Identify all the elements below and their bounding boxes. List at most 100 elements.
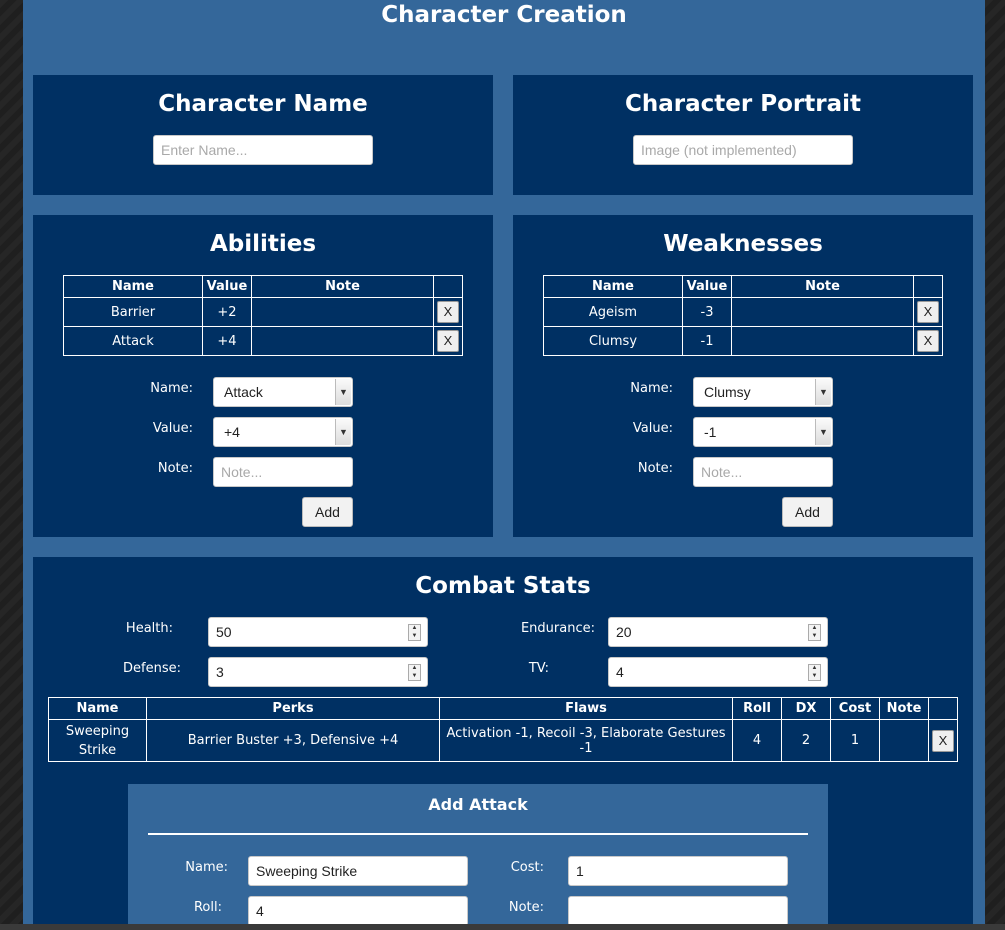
health-value: 50	[216, 624, 232, 640]
ability-name-select[interactable]: Attack ▼	[213, 377, 353, 407]
abilities-table-header: Name Value Note	[63, 275, 463, 298]
remove-ability-button[interactable]: X	[437, 330, 459, 352]
attack-cost-value: 1	[576, 863, 584, 879]
attack-roll-value: 4	[256, 903, 264, 919]
defense-value: 3	[216, 664, 224, 680]
remove-attack-button[interactable]: X	[932, 729, 954, 752]
attack-cost: 1	[830, 719, 880, 762]
weakness-name-selected: Clumsy	[704, 384, 751, 400]
table-row: Ageism -3 X	[543, 297, 943, 327]
combat-stats-panel: Combat Stats Health: 50 ▲ ▼ Endurance: 20…	[33, 557, 973, 924]
column-header-flaws: Flaws	[439, 697, 733, 720]
attack-roll-input[interactable]: 4	[248, 896, 468, 924]
attack-flaws: Activation -1, Recoil -3, Elaborate Gest…	[439, 719, 733, 762]
add-ability-button[interactable]: Add	[302, 497, 353, 527]
spinner-icon[interactable]: ▲ ▼	[808, 624, 821, 641]
column-header-note: Note	[251, 275, 434, 298]
column-header-perks: Perks	[146, 697, 440, 720]
attack-roll-label: Roll:	[193, 900, 222, 915]
column-header-name: Name	[543, 275, 683, 298]
weakness-value-selected: -1	[704, 424, 717, 440]
divider	[148, 833, 808, 835]
ability-name-label: Name:	[150, 381, 193, 396]
attacks-table: Name Perks Flaws Roll DX Cost Note Sweep…	[48, 697, 958, 762]
ability-value: +4	[202, 326, 252, 356]
character-portrait-title: Character Portrait	[625, 91, 861, 117]
table-row: Attack +4 X	[63, 326, 463, 356]
chevron-down-icon: ▼	[335, 419, 351, 445]
column-header-actions	[433, 275, 463, 298]
weaknesses-table: Name Value Note Ageism -3 X Clumsy -1 X	[543, 275, 943, 356]
remove-weakness-button[interactable]: X	[917, 330, 939, 352]
attack-cost-label: Cost:	[510, 860, 544, 875]
column-header-actions	[928, 697, 958, 720]
column-header-name: Name	[48, 697, 147, 720]
attack-perks: Barrier Buster +3, Defensive +4	[146, 719, 440, 762]
page-title: Character Creation	[381, 2, 627, 28]
weakness-note	[731, 326, 914, 356]
attack-dx: 2	[781, 719, 831, 762]
defense-label: Defense:	[123, 661, 181, 676]
attack-note	[879, 719, 929, 762]
table-row: Clumsy -1 X	[543, 326, 943, 356]
remove-weakness-button[interactable]: X	[917, 301, 939, 323]
add-attack-panel: Add Attack Name: Sweeping Strike Cost: 1…	[128, 784, 828, 924]
table-row: Barrier +2 X	[63, 297, 463, 327]
tv-input[interactable]: 4 ▲ ▼	[608, 657, 828, 687]
character-name-input[interactable]	[153, 135, 373, 165]
weaknesses-table-header: Name Value Note	[543, 275, 943, 298]
attack-name-input[interactable]: Sweeping Strike	[248, 856, 468, 886]
left-background-pattern	[0, 0, 23, 930]
chevron-down-icon: ▼	[335, 379, 351, 405]
endurance-label: Endurance:	[520, 621, 595, 636]
abilities-panel: Abilities Name Value Note Barrier +2 X A…	[33, 215, 493, 537]
attack-name: Sweeping Strike	[48, 719, 147, 762]
column-header-name: Name	[63, 275, 203, 298]
column-header-actions	[913, 275, 943, 298]
endurance-input[interactable]: 20 ▲ ▼	[608, 617, 828, 647]
spinner-icon[interactable]: ▲ ▼	[408, 664, 421, 681]
column-header-dx: DX	[781, 697, 831, 720]
weakness-name-select[interactable]: Clumsy ▼	[693, 377, 833, 407]
column-header-value: Value	[682, 275, 732, 298]
weaknesses-panel: Weaknesses Name Value Note Ageism -3 X C…	[513, 215, 973, 537]
character-portrait-input[interactable]	[633, 135, 853, 165]
abilities-table: Name Value Note Barrier +2 X Attack +4 X	[63, 275, 463, 356]
combat-stats-title: Combat Stats	[415, 573, 591, 599]
attack-roll: 4	[732, 719, 782, 762]
add-attack-title: Add Attack	[428, 795, 528, 814]
ability-name-selected: Attack	[224, 384, 263, 400]
weakness-note-label: Note:	[637, 461, 673, 476]
weakness-note	[731, 297, 914, 327]
attack-note-input[interactable]	[568, 896, 788, 924]
column-header-roll: Roll	[732, 697, 782, 720]
attack-cost-input[interactable]: 1	[568, 856, 788, 886]
weakness-value-select[interactable]: -1 ▼	[693, 417, 833, 447]
defense-input[interactable]: 3 ▲ ▼	[208, 657, 428, 687]
spinner-icon[interactable]: ▲ ▼	[408, 624, 421, 641]
ability-note-input[interactable]	[213, 457, 353, 487]
health-input[interactable]: 50 ▲ ▼	[208, 617, 428, 647]
character-creation-page: Character Creation Character Name Charac…	[23, 0, 985, 924]
attack-note-label: Note:	[508, 900, 544, 915]
chevron-down-icon: ▼	[815, 379, 831, 405]
tv-value: 4	[616, 664, 624, 680]
attack-name-value: Sweeping Strike	[256, 863, 358, 879]
weakness-value-label: Value:	[632, 421, 673, 436]
column-header-note: Note	[879, 697, 929, 720]
ability-note	[251, 297, 434, 327]
add-weakness-button[interactable]: Add	[782, 497, 833, 527]
weakness-name-label: Name:	[630, 381, 673, 396]
weaknesses-title: Weaknesses	[663, 231, 823, 257]
ability-name: Barrier	[63, 297, 203, 327]
ability-value-selected: +4	[224, 424, 240, 440]
remove-ability-button[interactable]: X	[437, 301, 459, 323]
character-name-panel: Character Name	[33, 75, 493, 195]
ability-note	[251, 326, 434, 356]
spinner-icon[interactable]: ▲ ▼	[808, 664, 821, 681]
weakness-value: -1	[682, 326, 732, 356]
ability-name: Attack	[63, 326, 203, 356]
ability-value-select[interactable]: +4 ▼	[213, 417, 353, 447]
endurance-value: 20	[616, 624, 632, 640]
weakness-note-input[interactable]	[693, 457, 833, 487]
